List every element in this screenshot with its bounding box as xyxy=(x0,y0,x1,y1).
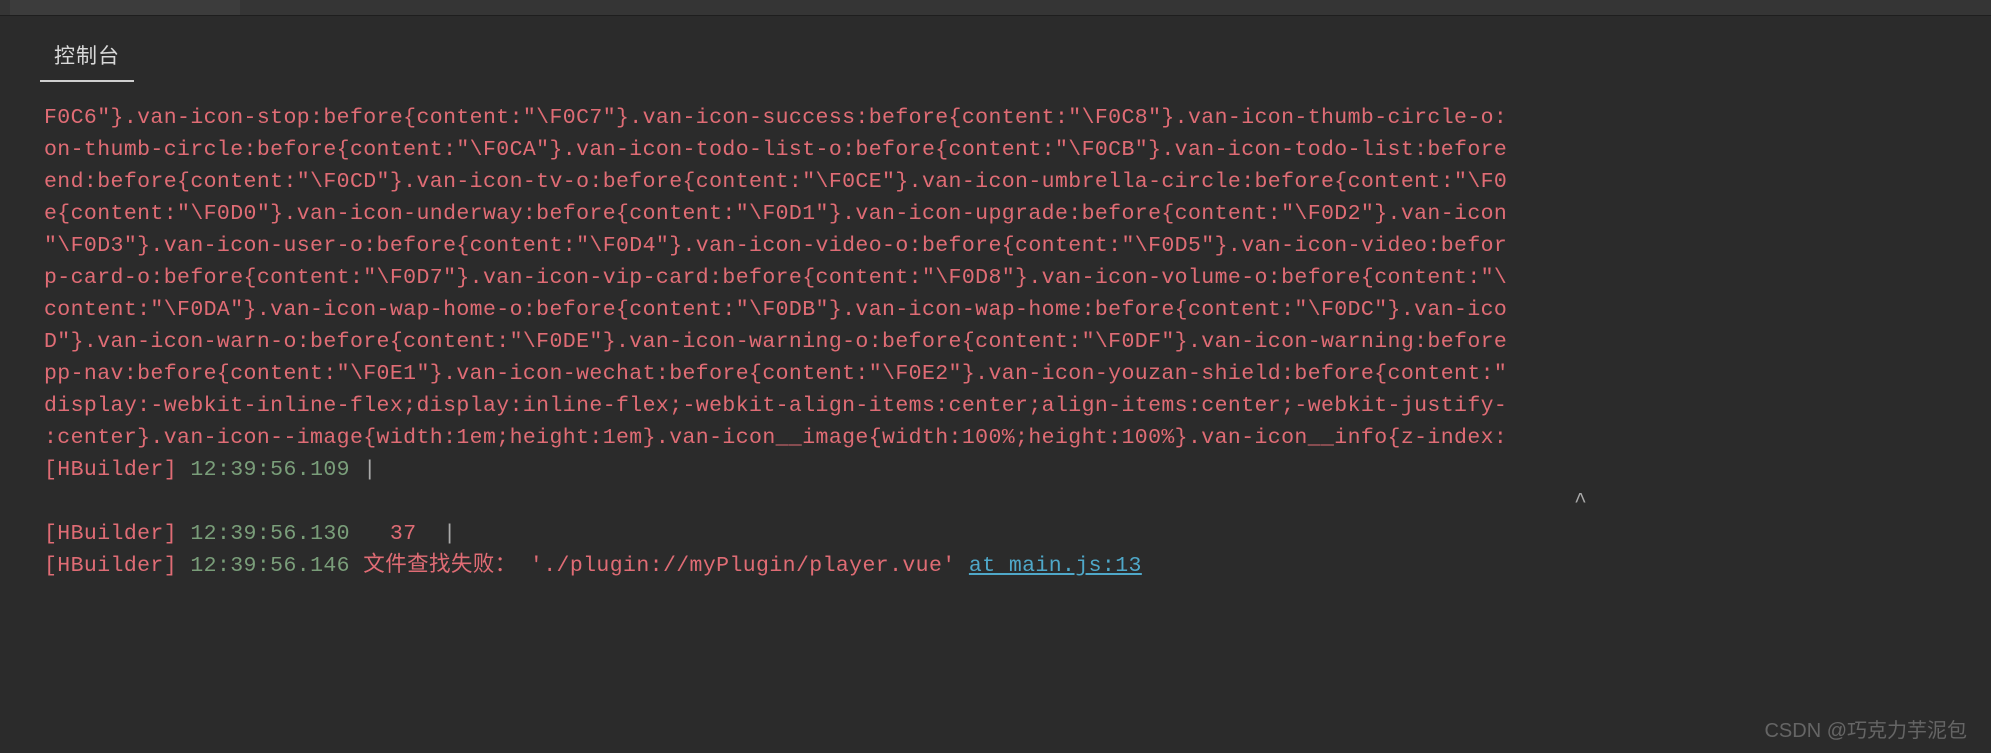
console-error-line: [HBuilder] 12:39:56.146 文件查找失败： './plugi… xyxy=(44,550,1991,582)
log-separator: | xyxy=(443,522,456,546)
console-line: pp-nav:before{content:"\F0E1"}.van-icon-… xyxy=(44,358,1991,390)
log-message: 文件查找失败： xyxy=(363,554,516,578)
top-toolbar xyxy=(0,0,1991,16)
console-line: "\F0D3"}.van-icon-user-o:before{content:… xyxy=(44,230,1991,262)
log-timestamp: 12:39:56.130 xyxy=(190,522,350,546)
tab-bar: 控制台 xyxy=(0,16,1991,82)
log-source-link[interactable]: at main.js:13 xyxy=(969,554,1142,578)
console-output[interactable]: F0C6"}.van-icon-stop:before{content:"\F0… xyxy=(0,82,1991,582)
console-line: p-card-o:before{content:"\F0D7"}.van-ico… xyxy=(44,262,1991,294)
console-line: :center}.van-icon--image{width:1em;heigh… xyxy=(44,422,1991,454)
log-path: './plugin://myPlugin/player.vue' xyxy=(530,554,956,578)
watermark: CSDN @巧克力芋泥包 xyxy=(1764,714,1967,743)
log-number: 37 xyxy=(390,522,417,546)
console-line: e{content:"\F0D0"}.van-icon-underway:bef… xyxy=(44,198,1991,230)
console-line: D"}.van-icon-warn-o:before{content:"\F0D… xyxy=(44,326,1991,358)
log-tag: [HBuilder] xyxy=(44,522,177,546)
console-line: on-thumb-circle:before{content:"\F0CA"}.… xyxy=(44,134,1991,166)
console-log-line: [HBuilder] 12:39:56.130 37 | xyxy=(44,518,1991,550)
log-timestamp: 12:39:56.109 xyxy=(190,458,350,482)
log-tag: [HBuilder] xyxy=(44,554,177,578)
log-tag: [HBuilder] xyxy=(44,458,177,482)
console-caret-line: ^ xyxy=(44,486,1991,518)
console-line: F0C6"}.van-icon-stop:before{content:"\F0… xyxy=(44,102,1991,134)
tab-console[interactable]: 控制台 xyxy=(40,34,134,82)
console-line: content:"\F0DA"}.van-icon-wap-home-o:bef… xyxy=(44,294,1991,326)
console-line: display:-webkit-inline-flex;display:inli… xyxy=(44,390,1991,422)
log-timestamp: 12:39:56.146 xyxy=(190,554,350,578)
log-separator: | xyxy=(363,458,376,482)
toolbar-left-region xyxy=(10,0,240,15)
console-log-line: [HBuilder] 12:39:56.109 | xyxy=(44,454,1991,486)
console-line: end:before{content:"\F0CD"}.van-icon-tv-… xyxy=(44,166,1991,198)
